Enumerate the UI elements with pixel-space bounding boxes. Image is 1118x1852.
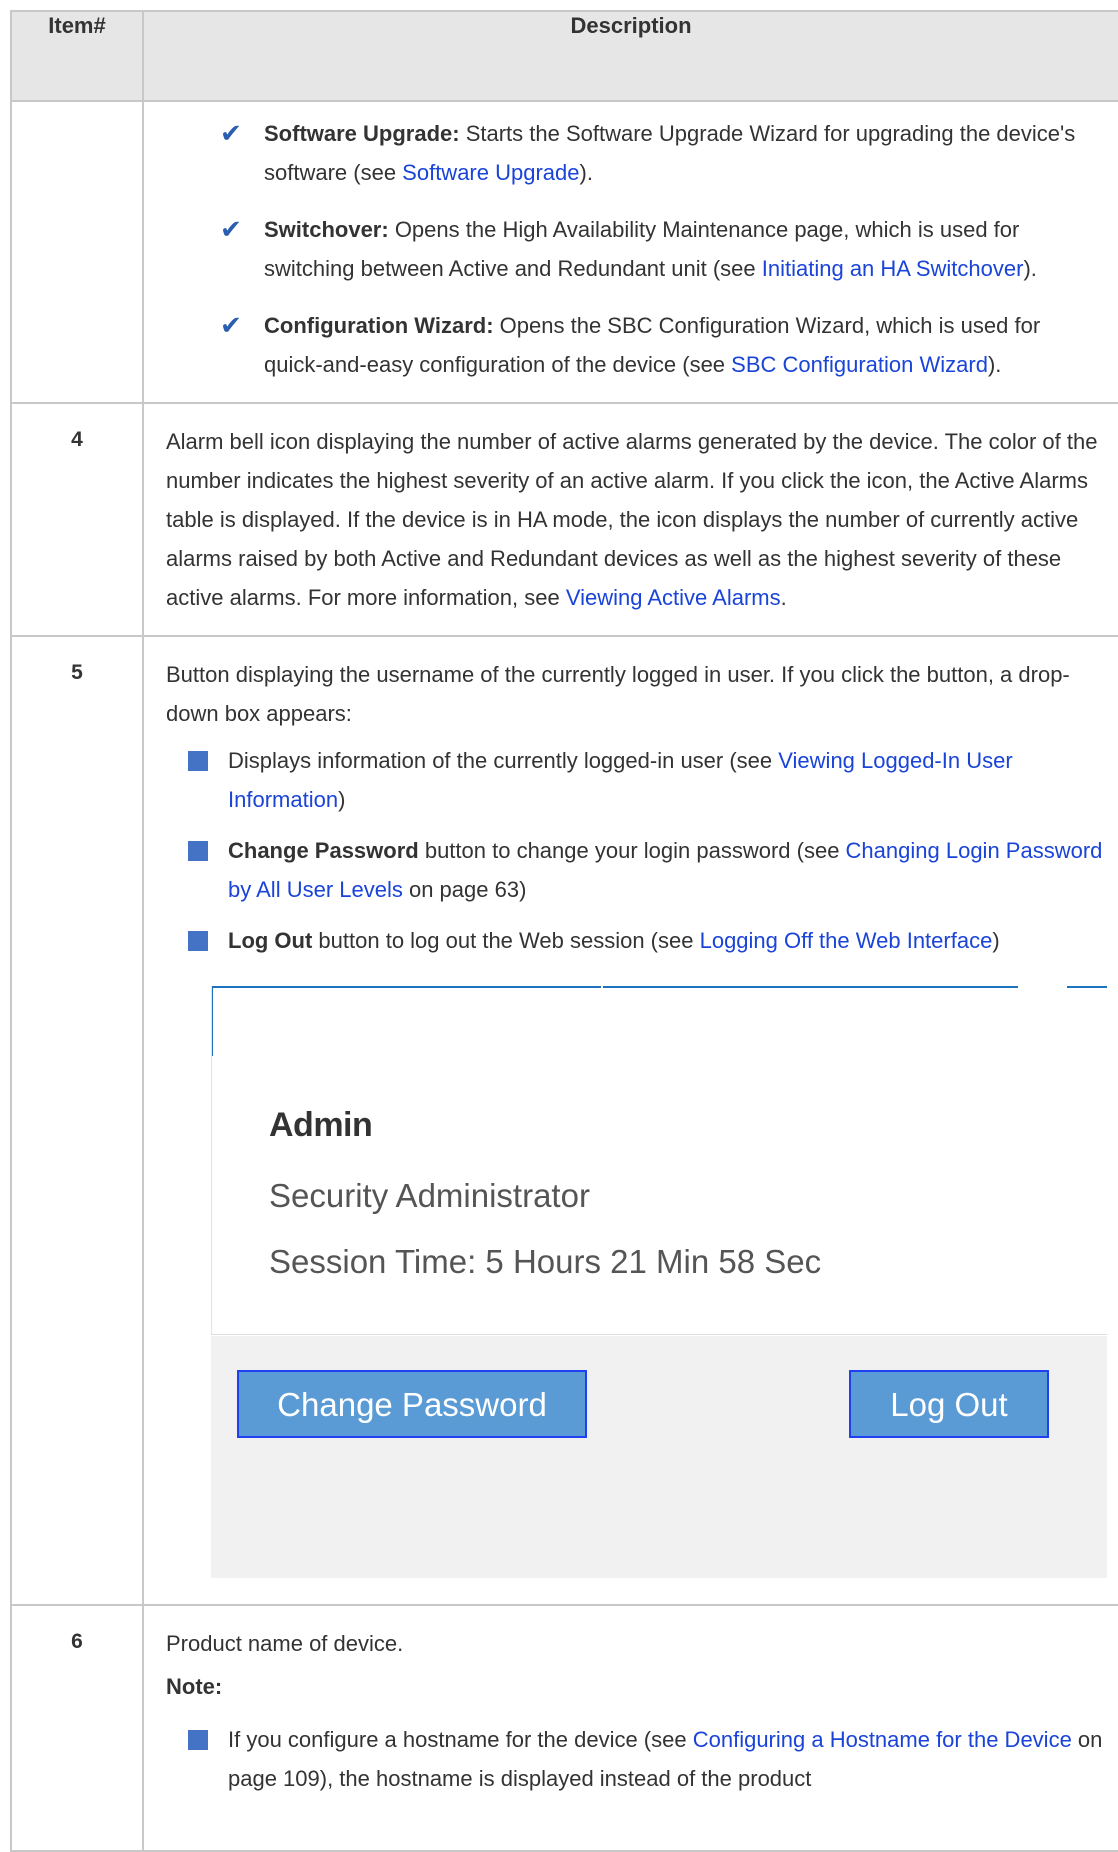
- panel-top-border: [603, 986, 1018, 988]
- item-text-end: ).: [987, 352, 1002, 377]
- panel-top-border: [211, 986, 601, 988]
- description-cell: Alarm bell icon displaying the number of…: [142, 402, 1118, 637]
- item-number-cell: 6: [10, 1604, 144, 1852]
- item-text-end: ): [338, 787, 346, 812]
- item-title: Log Out: [228, 928, 313, 953]
- list-item: Change Password button to change your lo…: [166, 831, 1104, 909]
- item-text: button to change your login password (se…: [418, 838, 846, 863]
- cross-reference-link[interactable]: Initiating an HA Switchover: [762, 256, 1024, 281]
- change-password-button[interactable]: Change Password: [237, 1370, 587, 1438]
- list-item: ✔ Software Upgrade: Starts the Software …: [166, 114, 1104, 192]
- cross-reference-link[interactable]: Logging Off the Web Interface: [700, 928, 993, 953]
- row-text: Product name of device.: [166, 1631, 404, 1656]
- item-title: Switchover:: [264, 217, 389, 242]
- item-text-end: ): [992, 928, 1000, 953]
- table-row: ✔ Software Upgrade: Starts the Software …: [10, 100, 1118, 404]
- cross-reference-link[interactable]: SBC Configuration Wizard: [731, 352, 988, 377]
- document-page: Item# Description ✔ Software Upgrade: St…: [0, 0, 1118, 1852]
- list-item: ✔ Configuration Wizard: Opens the SBC Co…: [166, 306, 1104, 384]
- list-item: ✔ Switchover: Opens the High Availabilit…: [166, 210, 1104, 288]
- item-title: Software Upgrade:: [264, 121, 460, 146]
- list-item: Displays information of the currently lo…: [166, 741, 1104, 819]
- item-text-end: on page 63): [402, 877, 527, 902]
- table-row: 4 Alarm bell icon displaying the number …: [10, 402, 1118, 637]
- row-text: Alarm bell icon displaying the number of…: [166, 429, 1098, 610]
- panel-card-edge: [211, 986, 212, 1334]
- description-column-header: Description: [142, 10, 1118, 102]
- session-time-label: Session Time: 5 Hours 21 Min 58 Sec: [269, 1243, 822, 1280]
- description-cell: Product name of device. Note: If you con…: [142, 1604, 1118, 1852]
- item-text: Displays information of the currently lo…: [228, 748, 779, 773]
- checkmark-icon: ✔: [220, 310, 242, 340]
- panel-top-border: [1067, 986, 1107, 988]
- log-out-button[interactable]: Log Out: [849, 1370, 1049, 1438]
- square-bullet-icon: [188, 931, 208, 951]
- cross-reference-link[interactable]: Configuring a Hostname for the Device: [693, 1727, 1072, 1752]
- username-label: Admin: [269, 1106, 373, 1144]
- note-label: Note:: [166, 1674, 223, 1699]
- item-number-cell: [10, 100, 144, 404]
- item-text: If you configure a hostname for the devi…: [228, 1727, 693, 1752]
- panel-divider: [211, 1334, 1107, 1335]
- user-dropdown-screenshot: Admin Security Administrator Session Tim…: [211, 986, 1107, 1578]
- checkmark-icon: ✔: [220, 118, 242, 148]
- table-row: 6 Product name of device. Note: If you c…: [10, 1604, 1118, 1852]
- square-bullet-icon: [188, 751, 208, 771]
- square-bullet-icon: [188, 841, 208, 861]
- table-header-row: Item# Description: [10, 10, 1118, 102]
- cross-reference-link[interactable]: Software Upgrade: [402, 160, 579, 185]
- description-table: Item# Description ✔ Software Upgrade: St…: [10, 10, 1118, 1852]
- item-column-header: Item#: [10, 10, 144, 102]
- description-cell: Button displaying the username of the cu…: [142, 635, 1118, 1606]
- square-bullet-icon: [188, 1730, 208, 1750]
- description-cell: ✔ Software Upgrade: Starts the Software …: [142, 100, 1118, 404]
- user-role-label: Security Administrator: [269, 1177, 590, 1214]
- list-item: If you configure a hostname for the devi…: [166, 1720, 1104, 1798]
- row-intro: Button displaying the username of the cu…: [166, 662, 1070, 726]
- list-item: Log Out button to log out the Web sessio…: [166, 921, 1104, 960]
- checkmark-icon: ✔: [220, 214, 242, 244]
- item-text-end: ).: [579, 160, 593, 185]
- item-text-end: ).: [1023, 256, 1037, 281]
- cross-reference-link[interactable]: Viewing Active Alarms: [566, 585, 781, 610]
- item-title: Configuration Wizard:: [264, 313, 494, 338]
- row-text-end: .: [780, 585, 787, 610]
- item-text: button to log out the Web session (see: [312, 928, 700, 953]
- item-number-cell: 4: [10, 402, 144, 637]
- table-row: 5 Button displaying the username of the …: [10, 635, 1118, 1606]
- item-number-cell: 5: [10, 635, 144, 1606]
- item-title: Change Password: [228, 838, 419, 863]
